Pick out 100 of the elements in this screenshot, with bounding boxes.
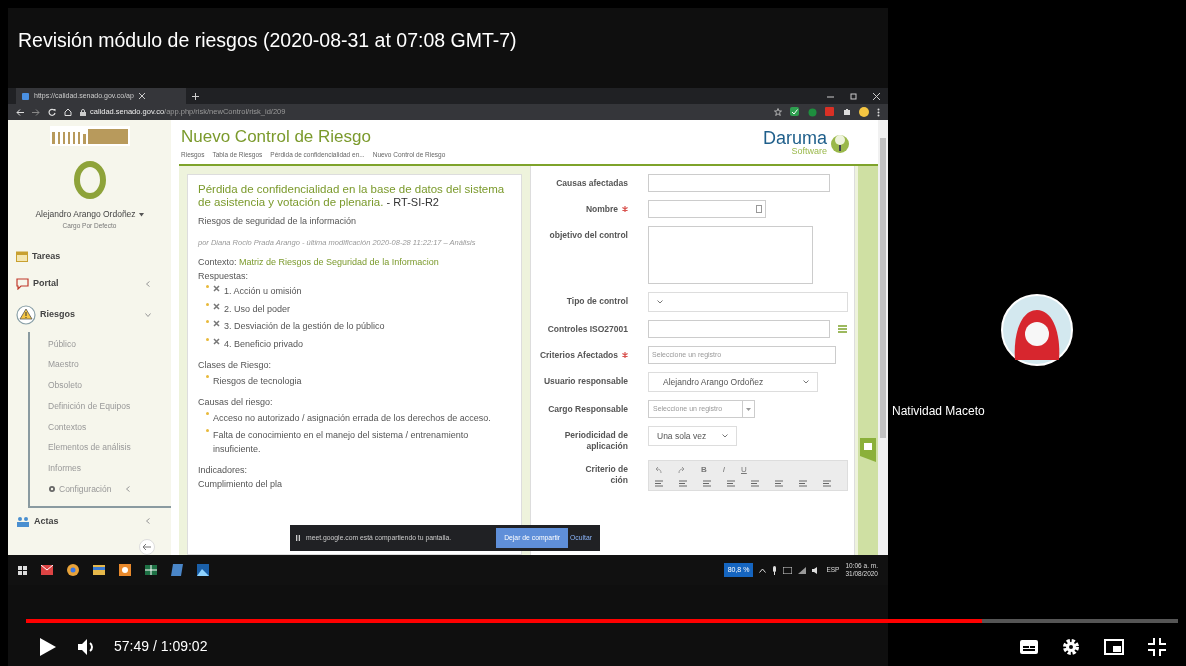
reload-icon[interactable] bbox=[48, 108, 56, 116]
logo-name: Daruma bbox=[762, 128, 827, 147]
risk-category: Riesgos de seguridad de la información bbox=[198, 215, 358, 229]
close-icon[interactable] bbox=[873, 92, 880, 100]
video-time: 57:49 / 1:09:02 bbox=[114, 637, 208, 656]
field-label: Cargo Responsable bbox=[548, 404, 628, 414]
field-label: Criterios Afectados bbox=[539, 350, 618, 360]
page-title: Nuevo Control de Riesgo bbox=[181, 127, 371, 146]
caret-icon bbox=[803, 380, 809, 384]
user-menu[interactable]: Alejandro Arango Ordoñez bbox=[35, 209, 136, 219]
bullet-icon bbox=[206, 429, 209, 433]
more-icon[interactable] bbox=[877, 107, 880, 117]
list-item: 3. Desviación de la gestión de lo público bbox=[224, 320, 385, 334]
list-item: Acceso no autorizado / asignación errada de los derechos de acceso. bbox=[213, 411, 491, 425]
select-field[interactable]: Alejandro Arango Ordoñez bbox=[648, 372, 818, 392]
participant-avatar bbox=[1001, 294, 1073, 366]
context-label: Contexto: bbox=[198, 257, 237, 268]
list-item: 1. Acción u omisión bbox=[224, 285, 302, 299]
sidebar-item[interactable]: Actas bbox=[8, 507, 171, 535]
subtitles-icon[interactable] bbox=[1020, 639, 1038, 654]
bullet-icon bbox=[206, 337, 209, 341]
bullet-icon bbox=[206, 374, 209, 378]
field-label: Nombre bbox=[585, 204, 618, 214]
outdent-icon[interactable] bbox=[751, 480, 759, 488]
miniplayer-icon[interactable] bbox=[1104, 638, 1124, 655]
field-label: Controles ISO27001 bbox=[547, 324, 628, 334]
sidebar-item[interactable]: Portal bbox=[8, 270, 171, 298]
format-button[interactable]: I bbox=[722, 464, 725, 477]
close-icon[interactable] bbox=[138, 93, 145, 99]
people-icon bbox=[16, 515, 30, 527]
input-field[interactable] bbox=[648, 174, 830, 192]
input-field[interactable] bbox=[648, 320, 830, 338]
caret-icon bbox=[722, 434, 729, 438]
section-title: Causas del riesgo: bbox=[198, 397, 273, 408]
lock-icon bbox=[80, 108, 86, 116]
cross-icon bbox=[213, 285, 220, 293]
spreadsheet-icon[interactable] bbox=[145, 565, 157, 575]
align-left-icon[interactable] bbox=[655, 480, 663, 488]
new-tab-icon[interactable] bbox=[192, 92, 199, 100]
caret-icon bbox=[746, 407, 751, 411]
sidebar-item[interactable]: Riesgos bbox=[8, 297, 171, 332]
play-icon[interactable] bbox=[40, 637, 56, 656]
forward-arrow-icon[interactable] bbox=[32, 108, 40, 116]
star-icon[interactable] bbox=[774, 108, 782, 116]
calendar-icon bbox=[16, 250, 28, 263]
cross-icon bbox=[213, 302, 220, 310]
exit-fullscreen-icon[interactable] bbox=[1148, 637, 1166, 656]
list-item: Riesgos de tecnologia bbox=[213, 374, 302, 388]
bullet-icon bbox=[206, 320, 209, 324]
participant-name: Natividad Maceto bbox=[892, 403, 985, 420]
rich-text-editor[interactable]: B I U bbox=[648, 460, 848, 492]
gear-icon bbox=[48, 485, 56, 494]
field-label: Periodicidad de aplicación bbox=[564, 430, 628, 452]
context-link[interactable]: Matriz de Riesgos de Seguridad de la Informacion bbox=[239, 257, 439, 268]
link-icon[interactable] bbox=[799, 480, 807, 488]
chat-icon bbox=[16, 277, 29, 290]
warning-icon bbox=[16, 304, 36, 325]
bullet-icon bbox=[206, 302, 209, 306]
field-label: Usuario responsable bbox=[543, 376, 628, 386]
user-avatar bbox=[72, 160, 107, 200]
format-button[interactable]: B bbox=[701, 464, 707, 477]
check-icon[interactable] bbox=[790, 107, 800, 117]
select-field[interactable]: Una sola vez bbox=[648, 426, 738, 446]
field-label: objetivo del control bbox=[549, 230, 628, 240]
risk-title: Pérdida de confidencialidad en la base de datos del sistema de asistencia y votación de plenaria. - RT-SI-R2 bbox=[198, 183, 506, 210]
sidebar-item[interactable]: Tareas bbox=[8, 242, 171, 270]
page-icon bbox=[22, 92, 29, 100]
wifi-icon[interactable] bbox=[798, 566, 807, 574]
field-label: Criterio de bbox=[585, 464, 628, 475]
align-center-icon[interactable] bbox=[679, 480, 687, 488]
browser-icon[interactable] bbox=[67, 564, 79, 576]
chevron-up-icon[interactable] bbox=[759, 567, 767, 573]
field-label: Causas afectadas bbox=[556, 178, 628, 188]
start-icon[interactable] bbox=[18, 565, 27, 575]
field-icon bbox=[756, 205, 762, 213]
numbered-list-icon[interactable] bbox=[727, 480, 735, 488]
microphone-icon[interactable] bbox=[772, 565, 778, 575]
home-icon[interactable] bbox=[64, 108, 72, 116]
grid-tab-icon[interactable] bbox=[860, 438, 876, 462]
image-icon[interactable] bbox=[197, 564, 209, 576]
scrollbar-thumb[interactable] bbox=[880, 138, 886, 438]
restore-icon[interactable] bbox=[850, 92, 857, 100]
field-label: Tipo de control bbox=[566, 296, 628, 306]
caret-icon bbox=[657, 300, 663, 304]
select-field[interactable] bbox=[648, 292, 848, 312]
puzzle-icon[interactable] bbox=[843, 108, 851, 116]
cross-icon bbox=[213, 320, 220, 328]
back-arrow-icon[interactable] bbox=[16, 108, 24, 116]
bullet-list-icon[interactable] bbox=[703, 480, 711, 488]
section-title: Clases de Riesgo: bbox=[198, 360, 272, 371]
section-title: Indicadores: bbox=[198, 465, 248, 476]
format-button[interactable]: U bbox=[741, 464, 747, 477]
required-icon bbox=[622, 352, 628, 358]
caret-icon[interactable] bbox=[138, 212, 144, 217]
bullet-icon bbox=[206, 411, 209, 415]
indent-icon[interactable] bbox=[775, 480, 783, 488]
mail-icon[interactable] bbox=[41, 565, 53, 575]
unlink-icon[interactable] bbox=[823, 480, 831, 488]
input-field[interactable] bbox=[648, 200, 766, 218]
settings-icon[interactable] bbox=[1062, 637, 1080, 656]
